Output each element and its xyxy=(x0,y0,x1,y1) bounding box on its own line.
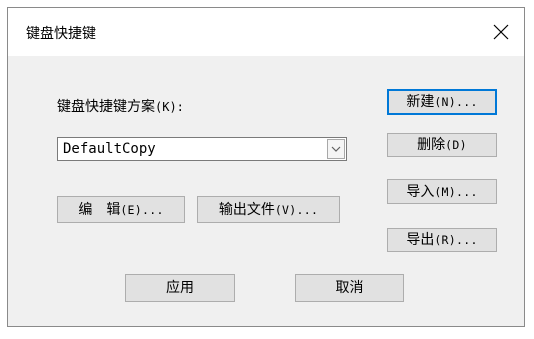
output-file-button-hotkey: (V)... xyxy=(274,202,319,217)
new-button[interactable]: 新建(N)... xyxy=(387,89,497,115)
edit-button-label: 编 辑 xyxy=(78,201,121,218)
import-button[interactable]: 导入(M)... xyxy=(387,179,497,204)
chevron-down-icon xyxy=(331,146,341,152)
close-button[interactable] xyxy=(478,8,524,56)
scheme-select[interactable]: DefaultCopy xyxy=(57,137,347,161)
dialog-title: 键盘快捷键 xyxy=(26,26,96,42)
export-button-hotkey: (R)... xyxy=(434,233,478,247)
export-button-label: 导出 xyxy=(406,232,435,248)
output-file-button-label: 输出文件 xyxy=(218,201,275,218)
scheme-label-suffix: (K): xyxy=(155,100,184,114)
export-button[interactable]: 导出(R)... xyxy=(387,228,497,252)
import-button-label: 导入 xyxy=(406,183,435,200)
delete-button[interactable]: 删除(D) xyxy=(387,133,497,157)
apply-button-label: 应用 xyxy=(166,280,194,296)
delete-button-hotkey: (D) xyxy=(445,138,467,152)
new-button-hotkey: (N)... xyxy=(434,95,478,109)
cancel-button[interactable]: 取消 xyxy=(295,274,404,302)
cancel-button-label: 取消 xyxy=(335,280,364,296)
scheme-select-value: DefaultCopy xyxy=(63,141,156,157)
scheme-dropdown-button[interactable] xyxy=(327,139,345,159)
edit-button[interactable]: 编 辑(E)... xyxy=(57,196,185,223)
title-bar: 键盘快捷键 xyxy=(8,8,524,56)
delete-button-label: 删除 xyxy=(417,137,446,153)
import-button-hotkey: (M)... xyxy=(434,184,478,199)
scheme-label-text: 键盘快捷键方案 xyxy=(57,99,155,115)
dialog-window: 键盘快捷键 键盘快捷键方案(K): DefaultCopy 新建(N)... 删… xyxy=(7,7,525,327)
edit-button-hotkey: (E)... xyxy=(120,202,164,217)
output-file-button[interactable]: 输出文件(V)... xyxy=(197,196,340,223)
close-icon xyxy=(493,24,509,40)
new-button-label: 新建 xyxy=(406,94,435,110)
apply-button[interactable]: 应用 xyxy=(125,274,235,302)
scheme-label: 键盘快捷键方案(K): xyxy=(57,96,184,116)
